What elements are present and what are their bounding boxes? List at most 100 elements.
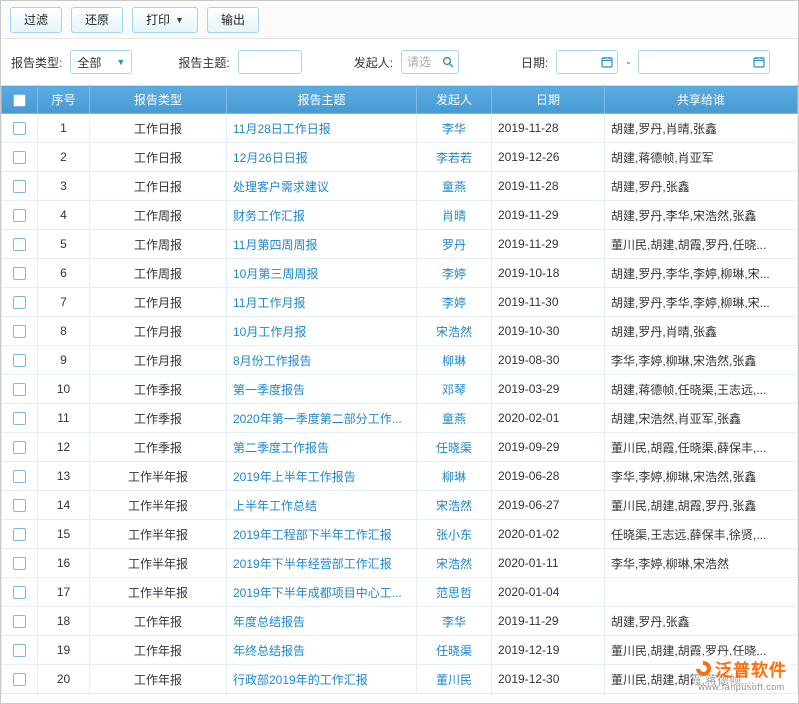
report-subject-link[interactable]: 年度总结报告 [233, 615, 305, 629]
report-type: 工作月报 [90, 317, 227, 346]
table-row: 1工作日报11月28日工作日报李华2019-11-28胡建,罗丹,肖晴,张鑫 [2, 114, 798, 143]
row-checkbox-cell [2, 172, 38, 201]
initiator-link[interactable]: 宋浩然 [436, 557, 472, 571]
report-subject-link[interactable]: 11月第四周周报 [233, 238, 317, 252]
table-row: 19工作年报年终总结报告任晓渠2019-12-19董川民,胡建,胡霞,罗丹,任晓… [2, 636, 798, 665]
print-button[interactable]: 打印 ▼ [132, 7, 198, 33]
report-subject-link[interactable]: 2019年上半年工作报告 [233, 470, 356, 484]
report-subject-link[interactable]: 8月份工作报告 [233, 354, 312, 368]
shared-with: 胡建,罗丹,李华,宋浩然,张鑫 [605, 201, 798, 230]
initiator-link[interactable]: 李华 [442, 122, 466, 136]
row-checkbox[interactable] [13, 470, 26, 483]
report-subject-link[interactable]: 行政部2019年的工作汇报 [233, 673, 368, 687]
report-date: 2019-11-30 [492, 288, 605, 317]
report-subject-link[interactable]: 12月26日日报 [233, 151, 308, 165]
initiator-link[interactable]: 任晓渠 [436, 441, 472, 455]
row-number: 11 [38, 404, 90, 433]
report-subject-link[interactable]: 年终总结报告 [233, 644, 305, 658]
date-to-input[interactable] [638, 50, 770, 74]
report-subject-link[interactable]: 上半年工作总结 [233, 499, 317, 513]
report-type: 工作月报 [90, 288, 227, 317]
table-row: 20工作年报行政部2019年的工作汇报董川民2019-12-30董川民,胡建,胡… [2, 665, 798, 694]
initiator-link[interactable]: 邓琴 [442, 383, 466, 397]
row-checkbox[interactable] [13, 325, 26, 338]
row-checkbox[interactable] [13, 673, 26, 686]
initiator-link[interactable]: 李婷 [442, 296, 466, 310]
report-subject-link[interactable]: 2019年下半年经营部工作汇报 [233, 557, 392, 571]
initiator-link-cell: 李华 [417, 114, 492, 143]
row-checkbox[interactable] [13, 296, 26, 309]
report-type: 工作半年报 [90, 462, 227, 491]
initiator-link[interactable]: 宋浩然 [436, 499, 472, 513]
report-subject-link[interactable]: 第二季度工作报告 [233, 441, 329, 455]
initiator-link[interactable]: 李婷 [442, 267, 466, 281]
initiator-link[interactable]: 张小东 [436, 528, 472, 542]
initiator-link[interactable]: 童燕 [442, 412, 466, 426]
initiator-link-cell: 邓琴 [417, 375, 492, 404]
report-subject-link[interactable]: 财务工作汇报 [233, 209, 305, 223]
report-subject-link[interactable]: 10月第三周周报 [233, 267, 318, 281]
restore-button[interactable]: 还原 [71, 7, 123, 33]
report-subject-link[interactable]: 11月工作月报 [233, 296, 305, 310]
row-checkbox[interactable] [13, 441, 26, 454]
report-subject-link[interactable]: 处理客户需求建议 [233, 180, 329, 194]
row-checkbox-cell [2, 607, 38, 636]
row-checkbox[interactable] [13, 209, 26, 222]
report-subject-link[interactable]: 10月工作月报 [233, 325, 306, 339]
report-subject-link-cell: 11月第四周周报 [227, 230, 417, 259]
report-date: 2019-12-19 [492, 636, 605, 665]
initiator-link[interactable]: 董川民 [436, 673, 472, 687]
row-checkbox-cell [2, 114, 38, 143]
initiator-link[interactable]: 任晓渠 [436, 644, 472, 658]
filter-bar: 报告类型: 全部 ▼ 报告主题: 发起人: 日期: [1, 39, 798, 85]
export-button[interactable]: 输出 [207, 7, 259, 33]
search-icon[interactable] [441, 55, 455, 69]
row-checkbox[interactable] [13, 267, 26, 280]
toolbar: 过滤 还原 打印 ▼ 输出 [1, 1, 798, 39]
report-date: 2019-10-18 [492, 259, 605, 288]
row-checkbox[interactable] [13, 238, 26, 251]
filter-button[interactable]: 过滤 [10, 7, 62, 33]
report-subject-link-cell: 2019年下半年经营部工作汇报 [227, 549, 417, 578]
shared-with: 董川民,胡霞,任晓渠,薛保丰,... [605, 433, 798, 462]
row-checkbox[interactable] [13, 151, 26, 164]
row-checkbox[interactable] [13, 528, 26, 541]
initiator-link[interactable]: 李华 [442, 615, 466, 629]
select-all-checkbox[interactable] [13, 94, 26, 107]
calendar-icon[interactable] [600, 55, 614, 69]
row-checkbox[interactable] [13, 499, 26, 512]
report-subject-link[interactable]: 2019年下半年成都项目中心工... [233, 586, 402, 600]
subject-input[interactable] [238, 50, 302, 74]
report-subject-link[interactable]: 2019年工程部下半年工作汇报 [233, 528, 392, 542]
report-subject-link-cell: 第一季度报告 [227, 375, 417, 404]
table-row: 7工作月报11月工作月报李婷2019-11-30胡建,罗丹,李华,李婷,柳琳,宋… [2, 288, 798, 317]
report-type-select[interactable]: 全部 ▼ [70, 50, 132, 74]
row-checkbox[interactable] [13, 383, 26, 396]
initiator-link[interactable]: 柳琳 [442, 470, 466, 484]
initiator-link-cell: 罗丹 [417, 230, 492, 259]
initiator-link[interactable]: 李若若 [436, 151, 472, 165]
initiator-link-cell: 李若若 [417, 143, 492, 172]
initiator-link[interactable]: 范思哲 [436, 586, 472, 600]
report-type: 工作日报 [90, 172, 227, 201]
report-subject-link[interactable]: 11月28日工作日报 [233, 122, 331, 136]
initiator-link[interactable]: 罗丹 [442, 238, 466, 252]
initiator-link[interactable]: 柳琳 [442, 354, 466, 368]
report-subject-link-cell: 11月28日工作日报 [227, 114, 417, 143]
table-row: 6工作周报10月第三周周报李婷2019-10-18胡建,罗丹,李华,李婷,柳琳,… [2, 259, 798, 288]
row-checkbox[interactable] [13, 644, 26, 657]
row-checkbox[interactable] [13, 615, 26, 628]
report-date: 2019-12-26 [492, 143, 605, 172]
report-subject-link[interactable]: 2020年第一季度第二部分工作... [233, 412, 402, 426]
row-checkbox[interactable] [13, 122, 26, 135]
initiator-link[interactable]: 宋浩然 [436, 325, 472, 339]
report-subject-link[interactable]: 第一季度报告 [233, 383, 305, 397]
row-checkbox[interactable] [13, 557, 26, 570]
row-checkbox[interactable] [13, 412, 26, 425]
initiator-link[interactable]: 童燕 [442, 180, 466, 194]
row-checkbox[interactable] [13, 586, 26, 599]
row-checkbox[interactable] [13, 180, 26, 193]
calendar-icon[interactable] [752, 55, 766, 69]
initiator-link[interactable]: 肖晴 [442, 209, 466, 223]
row-checkbox[interactable] [13, 354, 26, 367]
